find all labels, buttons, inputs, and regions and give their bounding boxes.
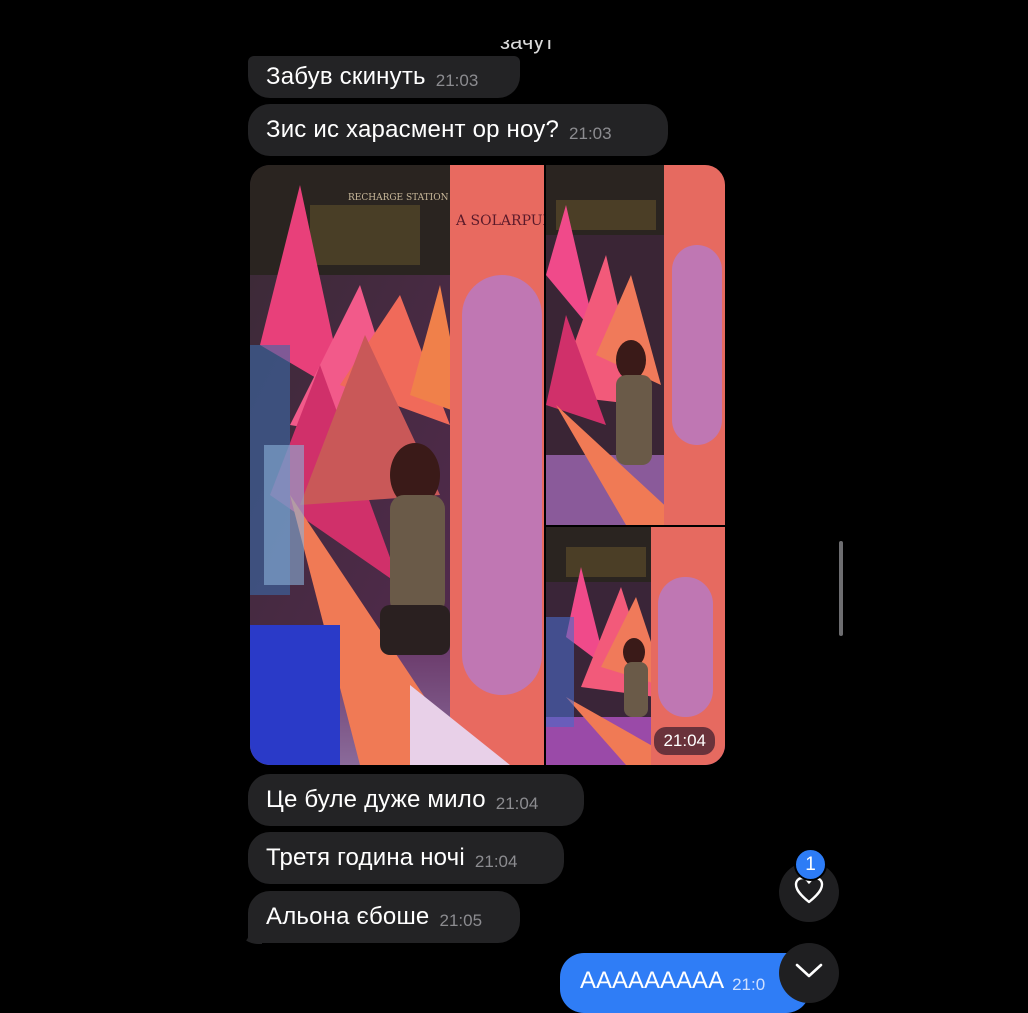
photo-1[interactable]: RECHARGE STATION A SOLARPUNK EXPERIENCE (250, 165, 544, 765)
message-bubble[interactable]: Забув скинуть 21:03 (248, 56, 520, 98)
scrollbar[interactable] (839, 541, 843, 636)
message-bubble[interactable]: Зис ис харасмент ор ноу? 21:03 (248, 104, 668, 156)
station-sign-text: RECHARGE STATION (348, 193, 449, 203)
message-bubble[interactable]: Третя година ночі 21:04 (248, 832, 564, 884)
chevron-down-icon (794, 962, 824, 985)
scroll-to-bottom-button[interactable] (779, 943, 839, 1003)
message-text: Альона єбоше (266, 903, 430, 930)
message-time: 21:05 (439, 911, 483, 930)
message-time: 21:0 (732, 975, 766, 994)
reaction-count-badge: 1 (794, 848, 827, 881)
message-time: 21:04 (495, 794, 539, 813)
photo-1-image: RECHARGE STATION A SOLARPUNK EXPERIENCE (250, 165, 544, 765)
photo-2-image (546, 165, 725, 525)
bubble-tail-mask (226, 906, 250, 946)
gallery-time: 21:04 (654, 727, 715, 755)
message-text: Зис ис харасмент ор ноу? (266, 116, 560, 143)
photo-sign-text: A SOLARPUNK EXPERIENCE (455, 213, 544, 229)
message-time: 21:03 (435, 71, 479, 90)
message-time: 21:04 (474, 852, 518, 871)
message-bubble[interactable]: Це буле дуже мило 21:04 (248, 774, 584, 826)
photo-gallery-message[interactable]: RECHARGE STATION A SOLARPUNK EXPERIENCE (250, 165, 725, 765)
message-bubble[interactable]: Альона єбоше 21:05 (248, 891, 520, 943)
outgoing-message-bubble[interactable]: АААААААAА 21:0 (560, 953, 810, 1013)
message-text: Це буле дуже мило (266, 786, 486, 813)
message-time: 21:03 (569, 124, 612, 143)
message-text: Забув скинуть (266, 63, 426, 90)
message-text: Третя година ночі (266, 844, 465, 871)
photo-2[interactable] (546, 165, 725, 525)
